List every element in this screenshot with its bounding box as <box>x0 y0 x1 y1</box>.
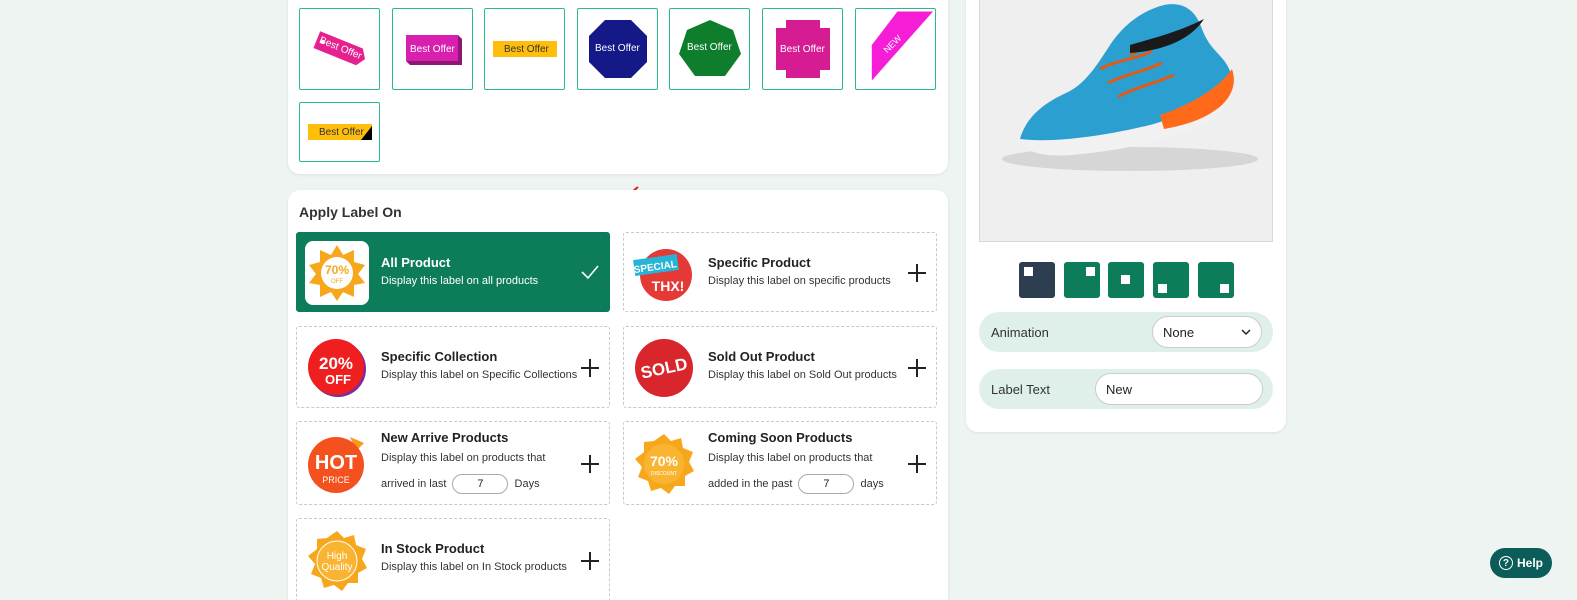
yellow-black-label-text: Best Offer <box>319 127 364 138</box>
position-dot <box>1086 267 1095 276</box>
option-description: Display this label on specific products <box>708 275 891 287</box>
position-bottom-right-button[interactable] <box>1198 262 1234 298</box>
label-style-yellow-black-corner[interactable]: Best Offer <box>299 102 380 162</box>
position-dot <box>1220 284 1229 293</box>
option-all-product[interactable]: 70% OFF All Product Display this label o… <box>296 232 610 312</box>
animation-select[interactable]: None <box>1152 316 1262 348</box>
animation-row: Animation None <box>979 312 1273 352</box>
option-title: Specific Collection <box>381 349 498 364</box>
label-style-flat-yellow[interactable]: Best Offer <box>484 8 565 90</box>
ribbon-3d-label-text: Best Offer <box>410 44 455 55</box>
label-style-panel: Best Offer Best Offer Best Offer Best Of… <box>288 0 948 174</box>
position-dot <box>1121 275 1130 284</box>
days-prefix: arrived in last <box>381 478 447 490</box>
option-title: Sold Out Product <box>708 349 815 364</box>
add-icon[interactable] <box>908 264 926 282</box>
sneaker-image <box>1002 4 1258 171</box>
label-style-tag[interactable]: Best Offer <box>299 8 380 90</box>
help-button[interactable]: ? Help <box>1490 548 1552 578</box>
option-sold-out[interactable]: SOLD Sold Out Product Display this label… <box>623 326 937 408</box>
collection-badge-text: 20% <box>319 354 353 373</box>
section-title: Apply Label On <box>299 204 402 220</box>
label-style-corner-ribbon[interactable]: NEW <box>855 8 936 90</box>
heptagon-label-text: Best Offer <box>687 42 732 53</box>
add-icon[interactable] <box>581 552 599 570</box>
option-coming-soon[interactable]: 70% DISCOUNT Coming Soon Products Displa… <box>623 421 937 505</box>
option-new-arrive[interactable]: HOT PRICE New Arrive Products Display th… <box>296 421 610 505</box>
option-description: Display this label on products that <box>708 452 873 464</box>
coming-soon-badge-text: 70% <box>650 453 679 469</box>
option-description: Display this label on In Stock products <box>381 561 567 573</box>
label-text-row: Label Text New <box>979 369 1273 409</box>
position-dot <box>1158 284 1167 293</box>
help-label: Help <box>1516 556 1543 570</box>
coming-soon-badge-sub: DISCOUNT <box>651 471 677 477</box>
sold-badge-icon: SOLD <box>632 336 696 400</box>
label-style-ribbon-3d[interactable]: Best Offer <box>392 8 473 90</box>
discount-70-badge-icon: 70% DISCOUNT <box>632 432 696 496</box>
option-title: Coming Soon Products <box>708 430 853 445</box>
all-product-badge-text: 70% <box>325 263 349 277</box>
option-title: Specific Product <box>708 255 811 270</box>
label-style-octagon-navy[interactable]: Best Offer <box>577 8 658 90</box>
option-days-row: arrived in last 7 Days <box>381 471 545 497</box>
label-text-label: Label Text <box>991 382 1051 397</box>
collection-badge-sub: OFF <box>325 372 351 387</box>
hot-badge-text: HOT <box>315 452 357 474</box>
in-stock-badge-sub: Quality <box>321 562 352 573</box>
help-icon: ? <box>1498 556 1513 570</box>
apply-label-panel: Apply Label On 70% OFF All Product Displ… <box>288 190 948 600</box>
flat-yellow-label-text: Best Offer <box>504 44 549 55</box>
option-specific-product[interactable]: SPECIAL THX! Specific Product Display th… <box>623 232 937 312</box>
special-badge-sub: THX! <box>652 278 685 294</box>
chevron-down-icon <box>1241 329 1251 336</box>
all-product-badge-icon: 70% OFF <box>305 241 369 305</box>
octagon-label-text: Best Offer <box>595 43 640 54</box>
add-icon[interactable] <box>908 359 926 377</box>
discount-20-badge-icon: 20% OFF <box>305 336 369 400</box>
product-preview-image <box>979 0 1273 242</box>
add-icon[interactable] <box>581 359 599 377</box>
option-title: All Product <box>381 255 451 270</box>
all-product-badge-sub: OFF <box>331 279 343 285</box>
position-dot <box>1024 267 1033 276</box>
animation-value: None <box>1163 325 1195 340</box>
option-description: Display this label on all products <box>381 275 539 287</box>
new-arrive-days-input[interactable]: 7 <box>452 474 509 495</box>
corner-ribbon-label-icon <box>871 11 934 81</box>
position-bottom-left-button[interactable] <box>1153 262 1189 298</box>
in-stock-badge-text: High <box>327 551 348 562</box>
option-description: Display this label on Specific Collectio… <box>381 369 578 381</box>
position-top-left-button[interactable] <box>1019 262 1055 298</box>
position-top-right-button[interactable] <box>1064 262 1100 298</box>
option-title: New Arrive Products <box>381 430 509 445</box>
add-icon[interactable] <box>908 455 926 473</box>
cross-label-text: Best Offer <box>780 44 825 55</box>
hot-price-badge-icon: HOT PRICE <box>305 432 369 496</box>
option-title: In Stock Product <box>381 541 485 556</box>
add-icon[interactable] <box>581 455 599 473</box>
hot-badge-sub: PRICE <box>322 475 350 485</box>
option-in-stock[interactable]: High Quality In Stock Product Display th… <box>296 518 610 600</box>
coming-soon-days-input[interactable]: 7 <box>798 474 855 495</box>
label-text-input[interactable]: New <box>1095 373 1263 405</box>
label-style-cross-pink[interactable]: Best Offer <box>762 8 843 90</box>
option-description: Display this label on Sold Out products <box>708 369 897 381</box>
days-suffix: days <box>860 478 884 490</box>
check-icon <box>581 265 599 280</box>
special-thx-badge-icon: SPECIAL THX! <box>632 241 696 305</box>
animation-label: Animation <box>991 325 1049 340</box>
days-suffix: Days <box>514 478 540 490</box>
days-prefix: added in the past <box>708 478 793 490</box>
option-description: Display this label on products that <box>381 452 546 464</box>
option-specific-collection[interactable]: 20% OFF Specific Collection Display this… <box>296 326 610 408</box>
option-days-row: added in the past 7 days <box>708 471 884 497</box>
high-quality-badge-icon: High Quality <box>305 529 369 593</box>
preview-panel: Animation None Label Text New <box>966 0 1286 432</box>
label-style-heptagon-green[interactable]: Best Offer <box>669 8 750 90</box>
position-center-button[interactable] <box>1108 262 1144 298</box>
